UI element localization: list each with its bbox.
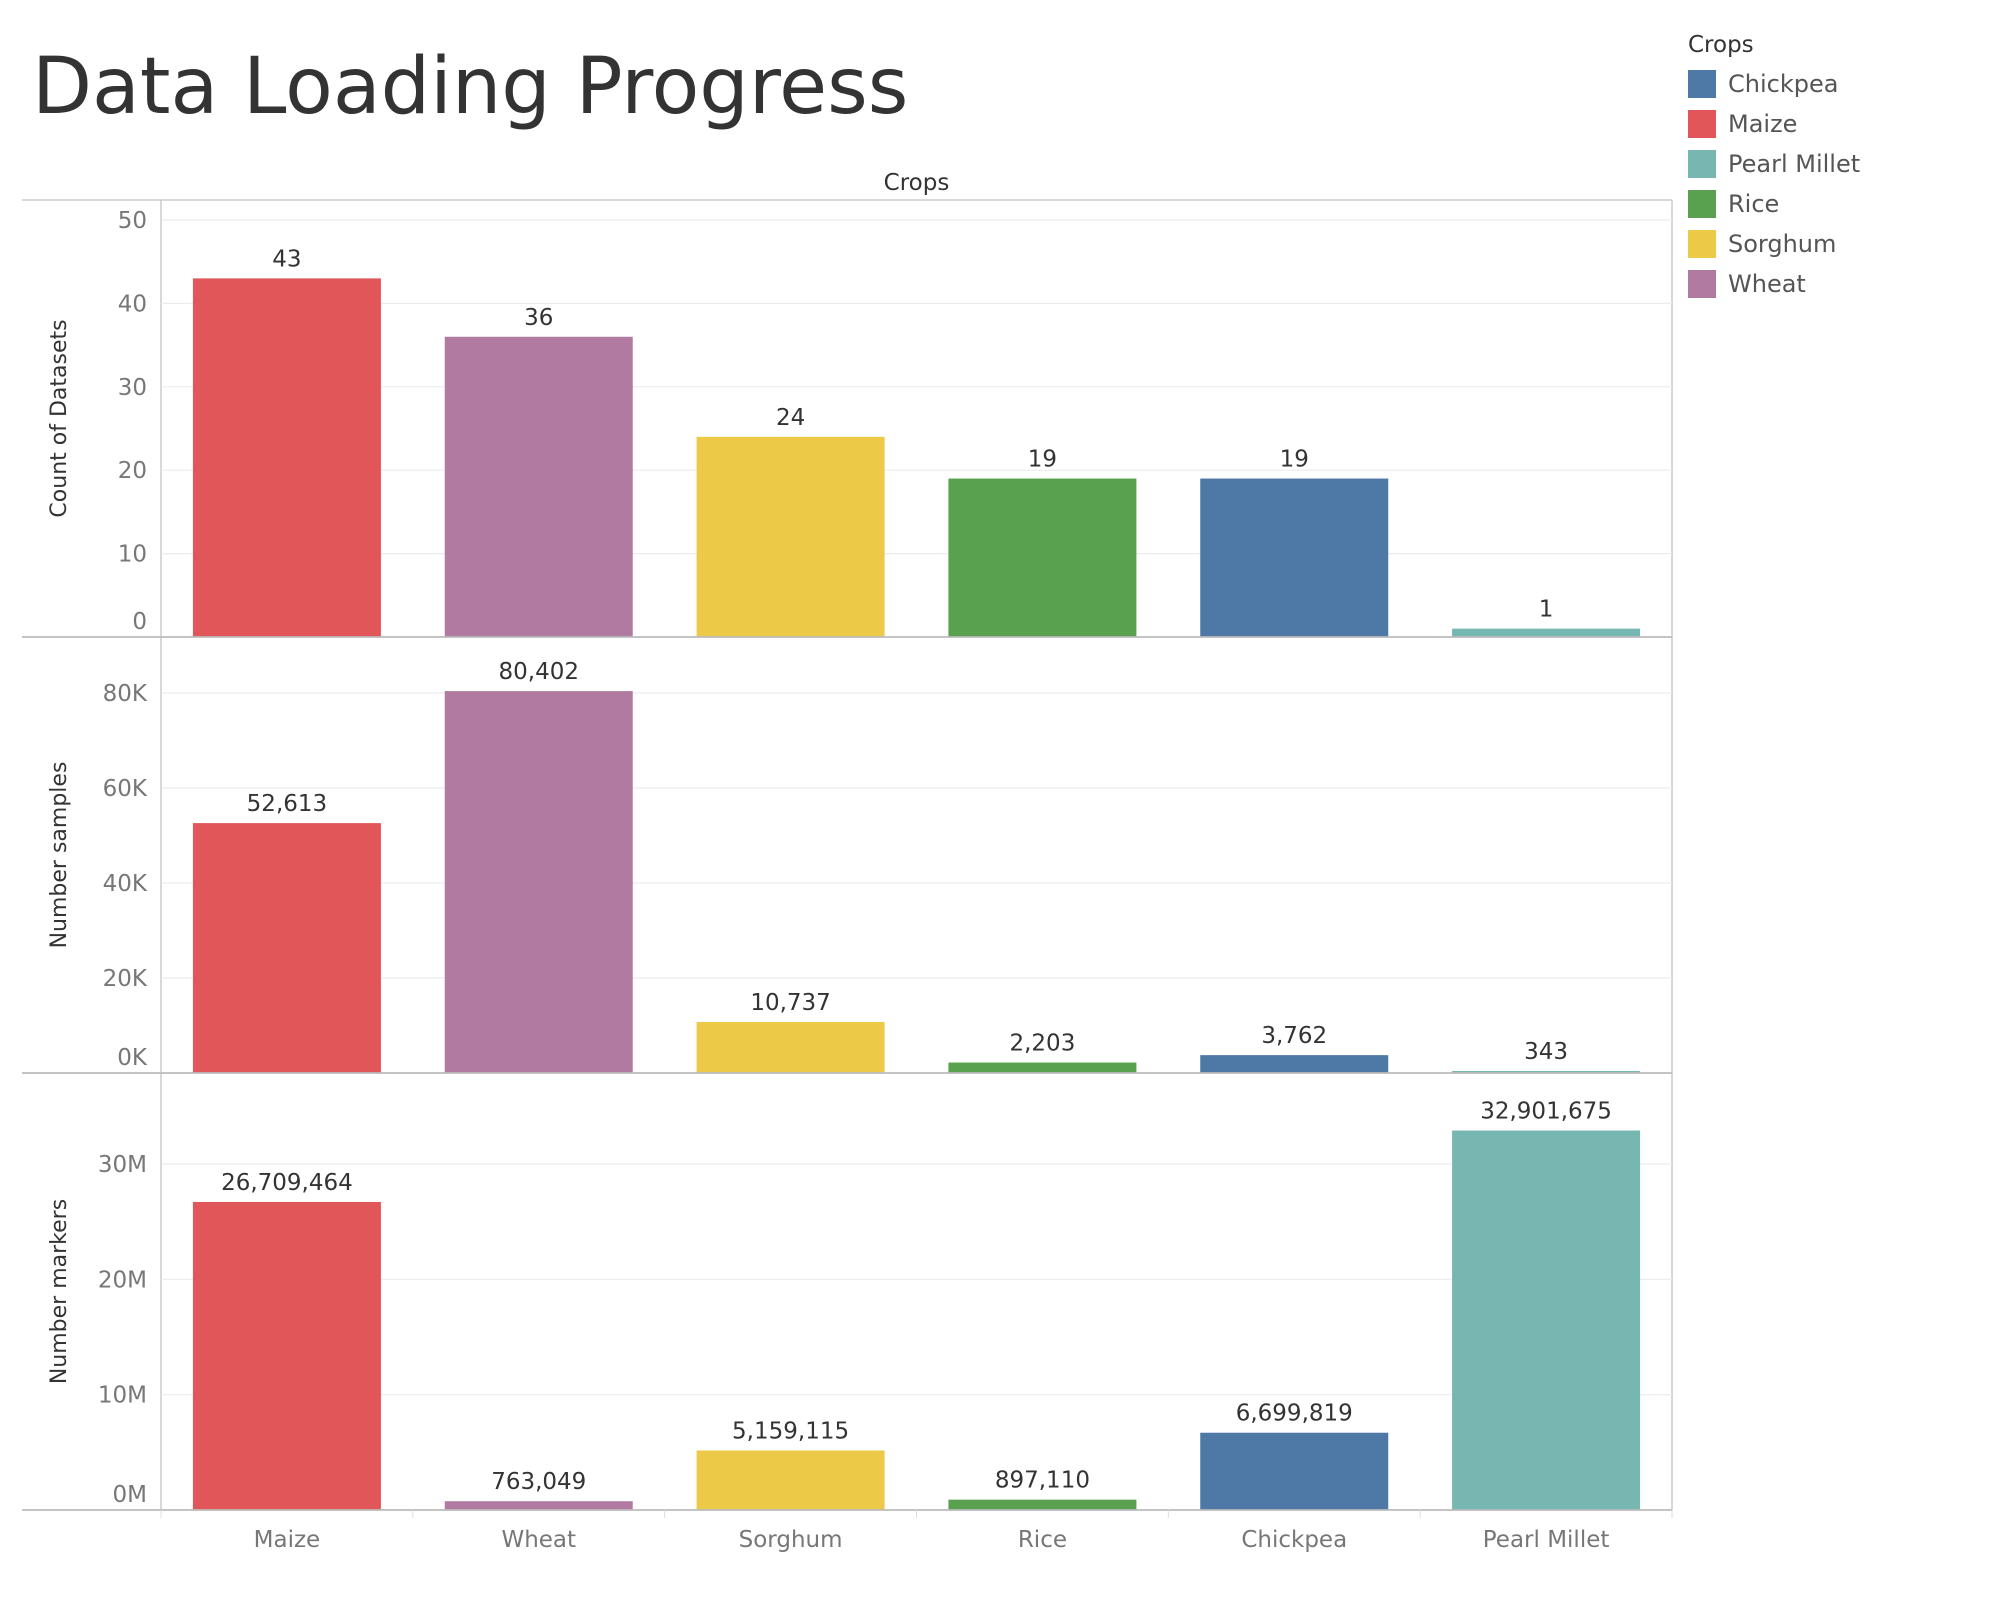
- x-tick-label: Maize: [254, 1527, 321, 1553]
- legend-swatch: [1688, 270, 1716, 298]
- bar-wheat: [444, 336, 633, 637]
- legend-item[interactable]: Sorghum: [1688, 224, 1860, 264]
- y-tick-label: 60K: [103, 776, 148, 802]
- data-label: 6,699,819: [1236, 1401, 1353, 1427]
- bar-chickpea: [1200, 478, 1389, 637]
- bar-sorghum: [696, 1021, 885, 1073]
- bar-chickpea: [1200, 1055, 1389, 1073]
- y-tick-label: 80K: [103, 681, 148, 707]
- y-tick-label: 10: [118, 542, 147, 568]
- data-label: 763,049: [491, 1469, 586, 1495]
- legend-items: Chickpea Maize Pearl Millet Rice Sorghum Whea…: [1688, 64, 1860, 304]
- bar-pearl-millet: [1452, 628, 1641, 637]
- data-label: 343: [1524, 1039, 1568, 1065]
- data-label: 2,203: [1009, 1031, 1075, 1057]
- bar-rice: [948, 478, 1137, 637]
- legend-swatch: [1688, 230, 1716, 258]
- legend-label: Pearl Millet: [1728, 150, 1861, 178]
- y-axis-label: Number markers: [47, 1199, 72, 1384]
- y-tick-label: 10M: [98, 1383, 147, 1409]
- data-label: 36: [524, 305, 553, 331]
- bar-wheat: [444, 1501, 633, 1510]
- column-header: Crops: [884, 170, 950, 196]
- y-tick-label: 20M: [98, 1267, 147, 1293]
- bar-maize: [192, 823, 381, 1073]
- legend-swatch: [1688, 190, 1716, 218]
- bar-chickpea: [1200, 1432, 1389, 1510]
- legend-item[interactable]: Rice: [1688, 184, 1860, 224]
- bar-maize: [192, 1201, 381, 1510]
- legend-swatch: [1688, 110, 1716, 138]
- data-label: 10,737: [750, 990, 830, 1016]
- data-label: 19: [1280, 447, 1309, 473]
- bar-maize: [192, 278, 381, 637]
- legend-swatch: [1688, 150, 1716, 178]
- x-tick-label: Rice: [1018, 1527, 1067, 1553]
- bar-rice: [948, 1499, 1137, 1510]
- y-axis-label: Count of Datasets: [47, 319, 72, 517]
- bar-wheat: [444, 691, 633, 1073]
- legend-label: Chickpea: [1728, 70, 1839, 98]
- y-tick-label: 0M: [113, 1482, 147, 1508]
- legend-item[interactable]: Chickpea: [1688, 64, 1860, 104]
- data-label: 26,709,464: [221, 1170, 353, 1196]
- y-tick-label: 20: [118, 458, 147, 484]
- legend-label: Rice: [1728, 190, 1780, 218]
- legend-label: Sorghum: [1728, 230, 1837, 258]
- y-tick-label: 30M: [98, 1152, 147, 1178]
- x-tick-label: Sorghum: [739, 1527, 843, 1553]
- data-label: 19: [1028, 447, 1057, 473]
- data-label: 32,901,675: [1480, 1099, 1612, 1125]
- legend-item[interactable]: Wheat: [1688, 264, 1860, 304]
- y-tick-label: 40K: [103, 871, 148, 897]
- bar-pearl-millet: [1452, 1130, 1641, 1510]
- legend-title: Crops: [1688, 32, 1754, 58]
- data-label: 43: [272, 246, 301, 272]
- bar-sorghum: [696, 1450, 885, 1510]
- data-label: 5,159,115: [732, 1418, 849, 1444]
- y-axis-label: Number samples: [47, 762, 72, 949]
- legend-item[interactable]: Maize: [1688, 104, 1860, 144]
- bar-sorghum: [696, 436, 885, 637]
- data-label: 24: [776, 405, 805, 431]
- y-tick-label: 0: [132, 609, 147, 635]
- data-label: 897,110: [995, 1468, 1090, 1494]
- y-tick-label: 50: [118, 208, 147, 234]
- data-label: 80,402: [499, 659, 579, 685]
- bar-chart: Crops 0 10 20 30 40 50 Count of Datasets 43 36 24 1…: [22, 170, 1673, 1553]
- x-tick-label: Wheat: [501, 1527, 576, 1553]
- data-label: 3,762: [1261, 1023, 1327, 1049]
- legend-swatch: [1688, 70, 1716, 98]
- x-tick-label: Chickpea: [1241, 1527, 1347, 1553]
- y-tick-label: 30: [118, 375, 147, 401]
- y-tick-label: 20K: [103, 966, 148, 992]
- data-label: 1: [1539, 597, 1554, 623]
- data-label: 52,613: [247, 791, 327, 817]
- legend-item[interactable]: Pearl Millet: [1688, 144, 1860, 184]
- legend-label: Wheat: [1728, 270, 1806, 298]
- y-tick-label: 40: [118, 291, 147, 317]
- legend-label: Maize: [1728, 110, 1798, 138]
- bar-rice: [948, 1062, 1137, 1073]
- y-tick-label: 0K: [117, 1045, 148, 1071]
- legend: Crops Chickpea Maize Pearl Millet Rice Sorgh…: [1688, 32, 1860, 304]
- x-tick-label: Pearl Millet: [1483, 1527, 1610, 1553]
